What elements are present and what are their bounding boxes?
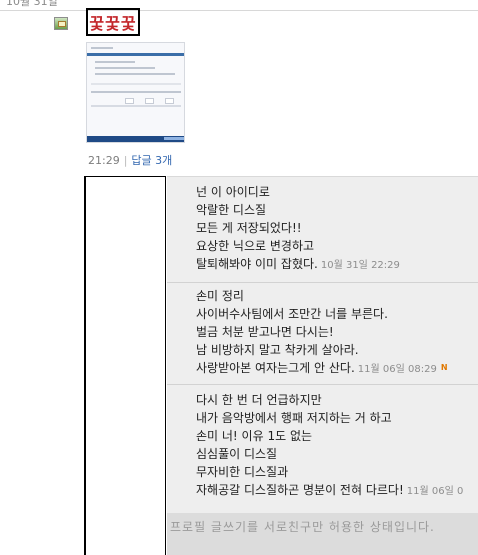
profile-image-icon[interactable]: [54, 17, 68, 30]
reply-count-link[interactable]: 답글 3개: [131, 154, 172, 167]
reply-timestamp: 11월 06일 0: [406, 486, 464, 497]
new-badge: N: [440, 363, 448, 372]
reply-list: 넌 이 아이디로 악랄한 디스질 모든 게 저장되었다!! 요상한 닉으로 변경…: [167, 176, 478, 555]
reply-line: 손미 너! 이유 1도 없는: [196, 429, 313, 443]
reply-line: 탈퇴해봐야 이미 잡혔다.: [196, 257, 318, 271]
reply-line: 손미 정리: [196, 289, 244, 303]
reply-line: 심심풀이 디스질: [196, 447, 278, 461]
reply-line: 넌 이 아이디로: [196, 185, 270, 199]
write-permission-notice: 프로필 글쓰기를 서로친구만 허용한 상태입니다.: [167, 513, 478, 555]
reply-line: 요상한 닉으로 변경하고: [196, 239, 315, 253]
post-screenshot-thumbnail[interactable]: [86, 42, 185, 143]
reply-timestamp: 11월 06일 08:29: [357, 364, 437, 375]
reply-line: 모든 게 저장되었다!!: [196, 221, 302, 235]
reply-item: 넌 이 아이디로 악랄한 디스질 모든 게 저장되었다!! 요상한 닉으로 변경…: [167, 183, 478, 283]
post-time: 21:29: [88, 154, 120, 167]
post-meta: 21:29 | 답글 3개: [88, 154, 173, 167]
reply-line: 악랄한 디스질: [196, 203, 267, 217]
post-logo-image: 꿏꿏꿏: [86, 8, 140, 36]
date-header: 10월 31일: [0, 0, 478, 11]
post-date: 10월 31일: [4, 0, 62, 9]
reply-item: 손미 정리 사이버수사팀에서 조만간 너를 부른다. 벌금 처분 받고나면 다시…: [167, 287, 478, 385]
reply-line: 사이버수사팀에서 조만간 너를 부른다.: [196, 307, 388, 321]
reply-line: 자해공갈 디스질하곤 명분이 전혀 다르다!: [196, 483, 404, 497]
reply-author-column: [86, 176, 166, 555]
reply-line: 무자비한 디스질과: [196, 465, 289, 479]
reply-item: 다시 한 번 더 언급하지만 내가 음악방에서 행패 저지하는 거 하고 손미 …: [167, 391, 478, 509]
reply-line: 내가 음악방에서 행패 저지하는 거 하고: [196, 411, 392, 425]
reply-line: 다시 한 번 더 언급하지만: [196, 393, 322, 407]
reply-line: 벌금 처분 받고나면 다시는!: [196, 325, 334, 339]
reply-line: 사랑받아본 여자는그게 안 산다.: [196, 361, 355, 375]
reply-timestamp: 10월 31일 22:29: [320, 260, 400, 271]
reply-line: 남 비방하지 말고 착카게 살아라.: [196, 343, 359, 357]
